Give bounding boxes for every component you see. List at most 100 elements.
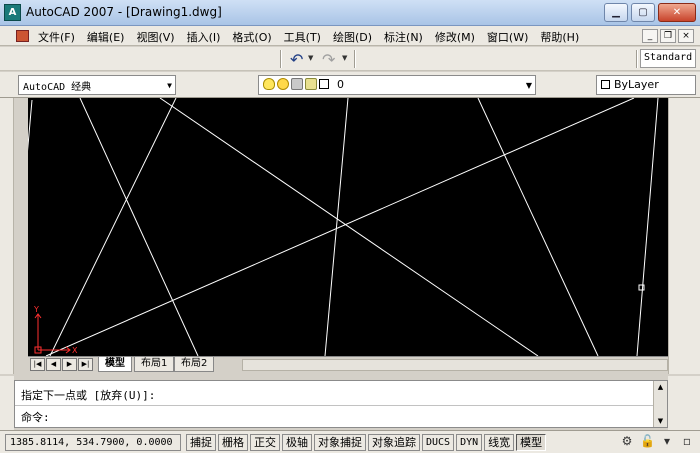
- layer-dropdown[interactable]: 0 ▼: [258, 75, 536, 95]
- ucs-x-label: X: [72, 346, 78, 355]
- drawing-line: [324, 98, 349, 356]
- status-toggle-7[interactable]: DYN: [456, 434, 483, 451]
- layer-name: 0: [337, 78, 344, 91]
- status-toggle-2[interactable]: 正交: [250, 434, 280, 451]
- redo-icon[interactable]: ↷: [322, 50, 335, 69]
- lightbulb-icon[interactable]: [263, 78, 275, 90]
- toolbar-separator: [636, 50, 638, 68]
- sun-icon[interactable]: [277, 78, 289, 90]
- workspace-value: AutoCAD 经典: [23, 82, 92, 93]
- ucs-y-label: Y: [33, 305, 39, 314]
- menu-item-1[interactable]: 编辑(E): [81, 29, 131, 45]
- drawing-line: [159, 98, 539, 356]
- drawing-line: [45, 98, 635, 356]
- status-toggle-9[interactable]: 模型: [516, 434, 547, 451]
- horizontal-scrollbar[interactable]: [242, 359, 668, 371]
- command-prompt-input[interactable]: 命令:: [21, 409, 50, 425]
- workspace-dropdown[interactable]: AutoCAD 经典 ▼: [18, 75, 176, 95]
- tab-last-button[interactable]: ▶|: [78, 358, 93, 371]
- toolbar-separator: [354, 50, 356, 68]
- drawing-canvas[interactable]: Y X: [28, 98, 668, 356]
- layers-toolbar: AutoCAD 经典 ▼ 0 ▼ ByLayer: [0, 72, 700, 98]
- chevron-down-icon: ▼: [167, 81, 172, 90]
- status-toggle-1[interactable]: 栅格: [218, 434, 248, 451]
- text-style-dropdown[interactable]: Standard: [640, 49, 696, 68]
- clean-screen-icon[interactable]: ▫: [680, 434, 694, 448]
- menu-bar: 文件(F) 编辑(E) 视图(V) 插入(I) 格式(O) 工具(T) 绘图(D) 标注(N)…: [0, 26, 700, 46]
- status-toggle-0[interactable]: 捕捉: [186, 434, 216, 451]
- ucs-icon: [34, 313, 71, 354]
- scroll-up-icon[interactable]: ▲: [654, 381, 667, 393]
- tab-layout2[interactable]: 布局2: [174, 357, 215, 372]
- title-bar: A AutoCAD 2007 - [Drawing1.dwg] ▁ ▢ ✕: [0, 0, 700, 26]
- menu-item-2[interactable]: 视图(V): [130, 29, 180, 45]
- command-scrollbar[interactable]: ▲ ▼: [653, 381, 667, 427]
- menu-item-0[interactable]: 文件(F): [32, 29, 81, 45]
- lock-icon[interactable]: [305, 78, 317, 90]
- drawing-lines: [28, 98, 659, 356]
- menu-item-9[interactable]: 窗口(W): [481, 29, 534, 45]
- right-dock: [668, 98, 700, 374]
- menu-item-7[interactable]: 标注(N): [378, 29, 429, 45]
- unlock-icon[interactable]: 🔓: [640, 434, 655, 448]
- undo-dropdown-arrow-icon[interactable]: ▼: [308, 54, 313, 62]
- status-toggle-3[interactable]: 极轴: [282, 434, 312, 451]
- command-window-handle[interactable]: [0, 376, 14, 430]
- tab-model[interactable]: 模型: [98, 357, 132, 372]
- status-toggle-5[interactable]: 对象追踪: [368, 434, 420, 451]
- drawing-line: [79, 98, 199, 356]
- status-toggle-4[interactable]: 对象捕捉: [314, 434, 366, 451]
- drawing-line: [49, 98, 177, 356]
- menu-item-5[interactable]: 工具(T): [278, 29, 327, 45]
- layer-state-icons: [263, 78, 329, 90]
- drawing-line: [477, 98, 599, 356]
- document-close-button[interactable]: ×: [678, 29, 694, 43]
- minimize-button[interactable]: ▁: [604, 3, 628, 22]
- coordinate-readout[interactable]: 1385.8114, 534.7900, 0.0000: [5, 434, 181, 451]
- autocad-app-icon[interactable]: A: [4, 4, 21, 21]
- grip-marker[interactable]: [638, 284, 645, 291]
- left-dock: [0, 98, 14, 374]
- document-window-controls: _ ❐ ×: [642, 29, 694, 43]
- menu-item-6[interactable]: 绘图(D): [327, 29, 378, 45]
- tab-next-button[interactable]: ▶: [62, 358, 77, 371]
- document-restore-button[interactable]: ❐: [660, 29, 676, 43]
- menu-item-3[interactable]: 插入(I): [181, 29, 227, 45]
- status-toggle-8[interactable]: 线宽: [484, 434, 515, 451]
- tab-layout1[interactable]: 布局1: [134, 357, 175, 372]
- undo-icon[interactable]: ↶: [290, 50, 303, 69]
- color-swatch-icon: [601, 80, 610, 89]
- status-toggle-6[interactable]: DUCS: [422, 434, 455, 451]
- settings-icon[interactable]: ⚙: [620, 434, 634, 448]
- command-window: 指定下一点或 [放弃(U)]: 命令: ▲ ▼: [14, 380, 668, 428]
- drawing-line: [28, 99, 33, 152]
- window-controls: ▁ ▢ ✕: [604, 3, 696, 22]
- tab-prev-button[interactable]: ◀: [46, 358, 61, 371]
- command-divider: [15, 405, 655, 406]
- status-bar: 1385.8114, 534.7900, 0.0000 捕捉 栅格 正交 极轴 对象捕捉…: [0, 430, 700, 453]
- window-title: AutoCAD 2007 - [Drawing1.dwg]: [26, 5, 222, 19]
- drawing-line: [636, 98, 659, 356]
- layout-tab-bar: |◀ ◀ ▶ ▶| 模型 布局1 布局2: [28, 356, 668, 372]
- color-dropdown[interactable]: ByLayer: [596, 75, 696, 95]
- scroll-down-icon[interactable]: ▼: [654, 415, 667, 427]
- command-window-pad: [668, 376, 700, 430]
- menu-item-8[interactable]: 修改(M): [429, 29, 481, 45]
- status-tray: ⚙ 🔓 ▾ ▫: [620, 434, 694, 448]
- menu-item-4[interactable]: 格式(O): [226, 29, 277, 45]
- status-menu-arrow-icon[interactable]: ▾: [660, 434, 674, 448]
- menu-item-10[interactable]: 帮助(H): [534, 29, 585, 45]
- menu-items: 文件(F) 编辑(E) 视图(V) 插入(I) 格式(O) 工具(T) 绘图(D) 标注(N)…: [32, 29, 585, 45]
- viewport-freeze-icon[interactable]: [291, 78, 303, 90]
- layer-color-swatch-icon: [319, 79, 329, 89]
- chevron-down-icon: ▼: [525, 81, 532, 90]
- maximize-button[interactable]: ▢: [631, 3, 655, 22]
- document-minimize-button[interactable]: _: [642, 29, 658, 43]
- document-icon[interactable]: [16, 30, 29, 42]
- tab-first-button[interactable]: |◀: [30, 358, 45, 371]
- drafting-settings-buttons: 捕捉 栅格 正交 极轴 对象捕捉 对象追踪 DUCS DYN 线宽 模型: [186, 434, 547, 451]
- drawing-svg[interactable]: Y X: [28, 98, 668, 356]
- close-button[interactable]: ✕: [658, 3, 696, 22]
- standard-toolbar: ↶ ▼ ↷ ▼ Standard: [0, 47, 700, 71]
- redo-dropdown-arrow-icon[interactable]: ▼: [342, 54, 347, 62]
